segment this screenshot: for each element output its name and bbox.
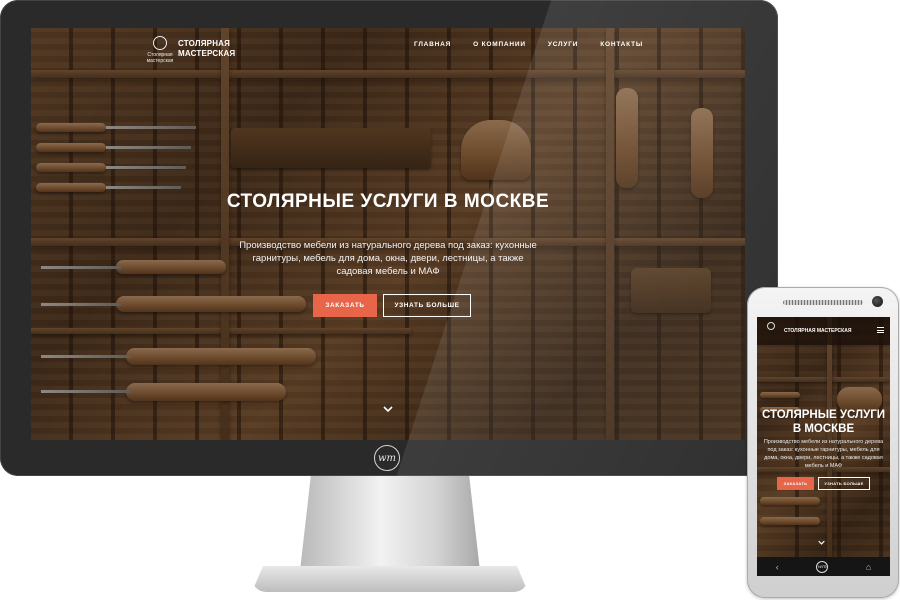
main-navigation: ГЛАВНАЯ О КОМПАНИИ УСЛУГИ КОНТАКТЫ: [414, 41, 643, 48]
mobile-order-button[interactable]: ЗАКАЗАТЬ: [777, 477, 814, 490]
recent-apps-icon[interactable]: ⌂: [866, 562, 871, 572]
learn-more-button[interactable]: УЗНАТЬ БОЛЬШЕ: [383, 294, 471, 317]
desktop-website: Столярная мастерская СТОЛЯРНАЯ МАСТЕРСКА…: [31, 28, 745, 440]
smartphone: СТОЛЯРНАЯ МАСТЕРСКАЯ СТОЛЯРНЫЕ УСЛУГИ В …: [747, 287, 899, 598]
home-icon[interactable]: wm: [816, 560, 829, 573]
order-button[interactable]: ЗАКАЗАТЬ: [313, 294, 377, 317]
mobile-site-brand[interactable]: СТОЛЯРНАЯ МАСТЕРСКАЯ: [784, 328, 851, 334]
nav-item-about[interactable]: О КОМПАНИИ: [473, 41, 526, 48]
hero-subtitle: Производство мебели из натурального дере…: [239, 240, 537, 277]
mobile-header: СТОЛЯРНАЯ МАСТЕРСКАЯ: [757, 317, 890, 345]
nav-item-contacts[interactable]: КОНТАКТЫ: [600, 41, 643, 48]
mobile-site-logo[interactable]: [762, 322, 780, 340]
mobile-learn-more-button[interactable]: УЗНАТЬ БОЛЬШЕ: [818, 477, 870, 490]
site-brand-line2: МАСТЕРСКАЯ: [178, 49, 236, 58]
device-mockup: Столярная мастерская СТОЛЯРНАЯ МАСТЕРСКА…: [0, 0, 900, 600]
mobile-hero-title: СТОЛЯРНЫЕ УСЛУГИ В МОСКВЕ: [761, 409, 886, 435]
nav-item-home[interactable]: ГЛАВНАЯ: [414, 41, 451, 48]
mobile-hero-overlay: [757, 317, 890, 557]
phone-system-navbar: ‹ wm ⌂: [757, 557, 890, 576]
mobile-website: СТОЛЯРНАЯ МАСТЕРСКАЯ СТОЛЯРНЫЕ УСЛУГИ В …: [757, 317, 890, 557]
site-brand-line1: СТОЛЯРНАЯ: [178, 39, 231, 48]
mobile-chevron-down-icon[interactable]: [818, 539, 825, 546]
mobile-hero-subtitle: Производство мебели из натурального дере…: [763, 439, 884, 469]
chevron-down-icon[interactable]: [383, 404, 393, 414]
phone-camera: [872, 296, 883, 307]
monitor-brand-logo: wm: [374, 445, 400, 471]
hamburger-menu-icon[interactable]: [877, 327, 884, 333]
monitor-stand-neck: [300, 476, 480, 571]
monitor: Столярная мастерская СТОЛЯРНАЯ МАСТЕРСКА…: [0, 0, 778, 476]
site-logo[interactable]: Столярная мастерская: [145, 36, 175, 68]
back-icon[interactable]: ‹: [776, 562, 779, 572]
hero-title: СТОЛЯРНЫЕ УСЛУГИ В МОСКВЕ: [226, 191, 550, 212]
nav-item-services[interactable]: УСЛУГИ: [548, 41, 578, 48]
monitor-stand-base: [252, 566, 528, 592]
site-brand[interactable]: СТОЛЯРНАЯ МАСТЕРСКАЯ: [178, 39, 235, 59]
logo-mark-icon: [153, 36, 167, 50]
hero-overlay: [31, 28, 745, 440]
phone-speaker: [783, 300, 863, 305]
mobile-logo-mark-icon: [767, 322, 775, 330]
site-logo-caption: Столярная мастерская: [146, 52, 174, 64]
